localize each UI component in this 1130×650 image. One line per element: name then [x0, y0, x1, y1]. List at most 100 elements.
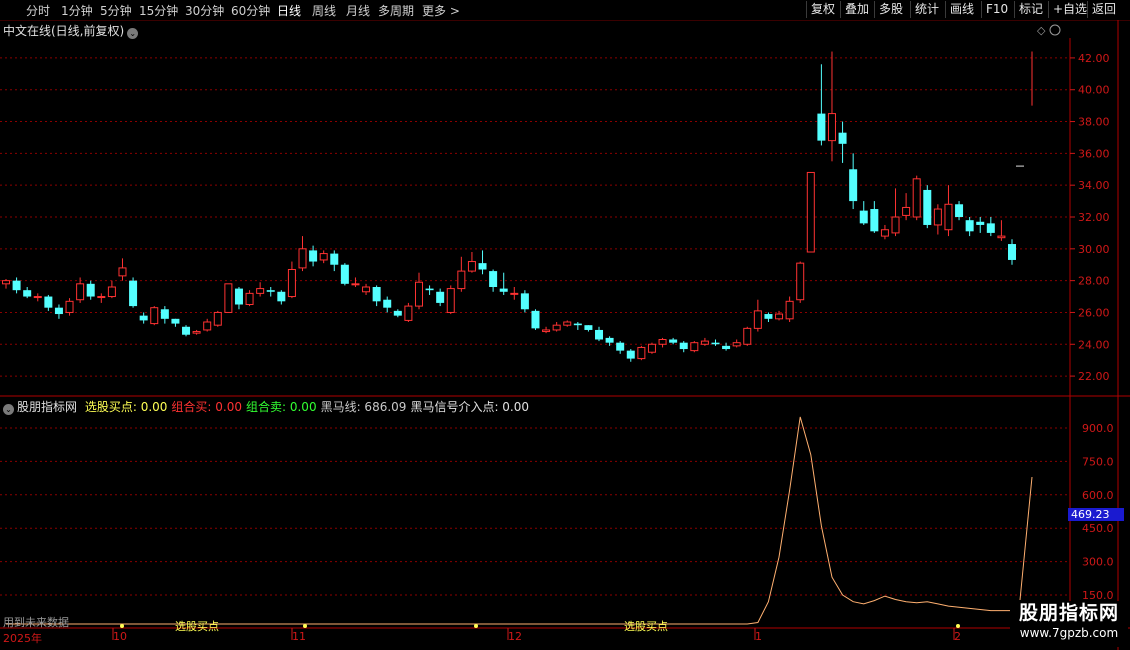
candle-body	[457, 270, 466, 290]
candle-body	[499, 288, 508, 292]
candle-body	[817, 113, 826, 141]
candle-body	[902, 206, 911, 216]
y-tick-label: 36.00	[1078, 147, 1110, 160]
y-tick-label: 26.00	[1078, 306, 1110, 319]
watermark-name: 股朋指标网	[1018, 602, 1119, 624]
tab-timeframe[interactable]: 日线	[277, 2, 301, 19]
candle-body	[849, 169, 858, 202]
current-value-tag: 469.23	[1068, 508, 1124, 521]
y-tick-label: 300.0	[1082, 556, 1114, 569]
toolbar-button[interactable]: 叠加	[840, 1, 873, 18]
candle-body	[764, 314, 773, 319]
chevron-down-icon[interactable]: ⌄	[3, 404, 14, 415]
tab-timeframe[interactable]: 多周期	[378, 2, 414, 19]
tab-timeframe[interactable]: 30分钟	[185, 2, 224, 19]
candle-body	[97, 296, 106, 299]
time-axis-label: 11	[292, 630, 306, 643]
chevron-down-icon[interactable]: ⌄	[127, 28, 139, 39]
y-tick-label: 38.00	[1078, 116, 1110, 129]
chart-canvas: 42.00 40.00 38.00 36.00 34.00 32.00 30.00 28.00…	[0, 20, 1130, 650]
candle-body	[139, 315, 148, 321]
candle-body	[955, 204, 964, 217]
candle-body	[647, 343, 656, 353]
time-axis-label: 10	[113, 630, 127, 643]
tab-timeframe[interactable]: 更多 >	[422, 2, 460, 19]
candle-body	[107, 286, 116, 298]
candle-body	[446, 288, 455, 313]
candle-body	[351, 283, 360, 286]
candle-body	[118, 267, 127, 277]
toolbar-button[interactable]: F10	[981, 1, 1012, 18]
indicator-header: ⌄ 股朋指标网 选股买点: 0.00 组合买: 0.00 组合卖: 0.00 黑马线: …	[3, 398, 537, 415]
candle-body	[33, 296, 42, 299]
candle-body	[192, 331, 201, 334]
tab-timeframe[interactable]: 60分钟	[231, 2, 270, 19]
signal-marker	[120, 624, 124, 628]
candle-body	[245, 292, 254, 306]
candle-body	[616, 342, 625, 351]
candle-body	[986, 223, 995, 233]
candle-body	[393, 310, 402, 316]
candle-body	[520, 293, 529, 310]
toolbar-button[interactable]: 多股	[874, 1, 907, 18]
tab-timeframe[interactable]: 分时	[26, 2, 50, 19]
toolbar-button[interactable]: 返回	[1087, 1, 1120, 18]
candle-body	[827, 113, 836, 142]
candle-body	[997, 235, 1006, 239]
candle-body	[160, 309, 169, 319]
candle-body	[478, 263, 487, 270]
tab-timeframe[interactable]: 周线	[312, 2, 336, 19]
candle-body	[65, 300, 74, 313]
candle-body	[256, 288, 265, 294]
candle-body	[552, 324, 561, 331]
y-tick-label: 900.0	[1082, 422, 1114, 435]
toolbar-button[interactable]: 标记	[1014, 1, 1047, 18]
candle-body	[923, 189, 932, 225]
indicator-value: 选股买点: 0.00	[84, 400, 168, 414]
candle-body	[700, 340, 709, 345]
candle-body	[573, 323, 582, 326]
candle-body	[23, 290, 32, 297]
candle-body	[563, 321, 572, 326]
tab-timeframe[interactable]: 月线	[346, 2, 370, 19]
tab-timeframe[interactable]: 15分钟	[139, 2, 178, 19]
candle-body	[287, 269, 296, 298]
candle-body	[595, 329, 604, 340]
candle-body	[150, 307, 159, 325]
candle-body	[806, 171, 815, 253]
y-tick-label: 40.00	[1078, 84, 1110, 97]
y-tick-label: 42.00	[1078, 52, 1110, 65]
candle-body	[1008, 244, 1016, 260]
candle-body	[203, 321, 212, 331]
indicator-value: 黑马线: 686.09	[320, 400, 407, 414]
candle-body	[404, 305, 413, 321]
indicator-value: 黑马信号介入点: 0.00	[410, 400, 530, 414]
candle-body	[54, 307, 63, 315]
candle-body	[669, 339, 678, 343]
indicator-name: 股朋指标网	[17, 400, 78, 414]
buy-point-annotation: 选股买点	[624, 620, 668, 633]
time-axis-label: 1	[755, 630, 762, 643]
candle-body	[340, 264, 349, 284]
candle-body	[319, 253, 328, 261]
toolbar-button[interactable]: 统计	[910, 1, 943, 18]
diamond-icon: ◇	[1037, 24, 1046, 37]
candle-body	[690, 342, 699, 352]
candle-body	[944, 203, 953, 231]
toolbar-button[interactable]: 画线	[945, 1, 978, 18]
candle-body	[711, 342, 720, 345]
candle-body	[775, 313, 784, 320]
toolbar-button[interactable]: +自选	[1048, 1, 1091, 18]
settings-icon	[1049, 24, 1061, 36]
tab-timeframe[interactable]: 5分钟	[100, 2, 132, 19]
candle-body	[976, 221, 985, 225]
y-tick-label: 24.00	[1078, 338, 1110, 351]
candle-body	[182, 326, 191, 335]
candle-body	[362, 286, 371, 293]
indicator-line	[6, 416, 1012, 625]
signal-marker	[474, 624, 478, 628]
toolbar-button[interactable]: 复权	[806, 1, 839, 18]
candle-body	[605, 337, 614, 343]
candle-body	[414, 281, 423, 307]
tab-timeframe[interactable]: 1分钟	[61, 2, 93, 19]
